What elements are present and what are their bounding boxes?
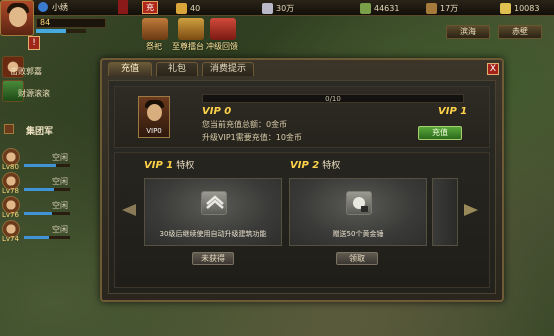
sacrifice-label: 祭祀 [146,42,162,51]
alert-icon[interactable]: ! [28,36,40,50]
arena-label: 至尊擂台 [172,42,204,51]
charge-button[interactable]: 充 [142,1,158,14]
army-row[interactable]: Lv76 空闲 [0,196,74,219]
tab-gift-pack[interactable]: 礼包 [156,62,198,76]
prev-arrow-icon[interactable] [122,204,136,216]
resource-food: 40 [176,2,200,14]
resource-gold: 10083 [500,2,539,14]
resource-silver: 30万 [262,2,294,14]
flag-icon [118,0,128,14]
sacrifice-icon[interactable] [142,18,168,40]
gold-hammer-icon [346,191,372,215]
close-button[interactable]: X [487,63,499,75]
player-name: 小绣 [52,3,68,12]
upgrade-requirement-text: 升级VIP1需要充值：10金币 [202,133,302,142]
arena-icon[interactable] [178,18,204,40]
player-icon [38,2,48,12]
player-level-badge: 84 [36,18,106,28]
resource-troops: 44631 [360,2,399,14]
gold-icon [500,2,511,14]
player-avatar[interactable] [0,0,34,36]
auto-upgrade-icon [201,191,227,215]
vip1-privilege-card: 30级后继续使用自动升级建筑功能 [144,178,282,246]
wood-icon [426,2,437,14]
next-arrow-icon[interactable] [464,204,478,216]
troops-icon [360,2,371,14]
vip1-privilege-title: VIP 1 特权 [144,160,195,171]
recharge-button[interactable]: 充值 [418,126,462,140]
next-privilege-card [432,178,458,246]
vip1-status-button[interactable]: 未获得 [192,252,234,265]
army-title: 集团军 [26,127,54,137]
vip2-privilege-card: 赠送50个黄金锤 [289,178,427,246]
location-button-chibi[interactable]: 赤壁 [498,25,542,39]
vip-progress-bar: 0/10 [202,94,464,103]
silver-icon [262,2,273,14]
quest-label-guojia[interactable]: 击败郭嘉 [10,66,42,77]
vip2-claim-button[interactable]: 领取 [336,252,378,265]
experience-bar [36,29,86,33]
tab-recharge[interactable]: 充值 [108,62,152,76]
army-row[interactable]: Lv80 空闲 [0,148,74,171]
location-button-binhai[interactable]: 滨海 [446,25,490,39]
army-icon [4,124,14,134]
vip2-privilege-title: VIP 2 特权 [290,160,341,171]
army-row[interactable]: Lv78 空闲 [0,172,74,195]
food-icon [176,2,187,14]
vip-portrait: VIP0 [138,96,170,138]
gift-icon[interactable] [210,18,236,40]
total-recharge-text: 您当前充值总额：0金币 [202,120,288,129]
next-vip-level: VIP 1 [438,106,468,117]
army-row[interactable]: Lv74 空闲 [0,220,74,243]
level-reward-label: 冲级回馈 [206,42,238,51]
tab-spending-tips[interactable]: 消费提示 [202,62,254,76]
quest-label-wealth[interactable]: 财源滚滚 [18,88,50,99]
current-vip-level: VIP 0 [202,106,232,117]
resource-wood: 17万 [426,2,458,14]
